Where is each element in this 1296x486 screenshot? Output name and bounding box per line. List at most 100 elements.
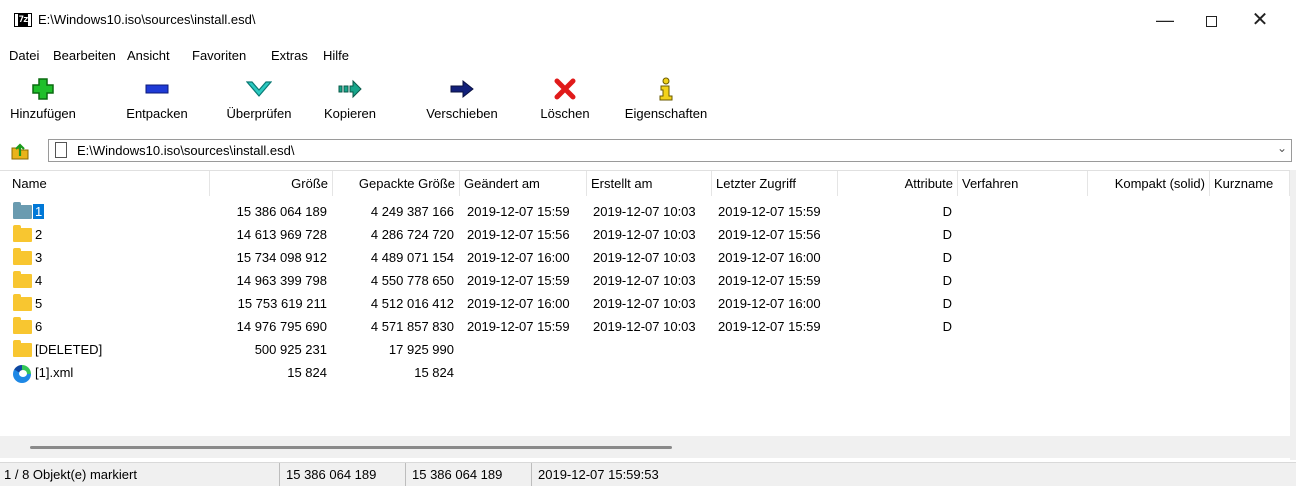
menu-edit[interactable]: Bearbeiten [53,48,116,63]
properties-button[interactable]: Eigenschaften [614,74,718,132]
file-size: 14 613 969 728 [236,227,327,242]
packed-size: 17 925 990 [388,342,454,357]
created-date: 2019-12-07 10:03 [593,319,696,334]
table-row[interactable]: [1].xml 15 824 15 824 [0,362,1290,385]
delete-button[interactable]: Löschen [530,74,600,132]
info-icon [659,77,673,101]
maximize-icon [1205,15,1217,27]
table-row[interactable]: 6 14 976 795 690 4 571 857 830 2019-12-0… [0,316,1290,339]
column-header-accessed[interactable]: Letzter Zugriff [712,171,838,196]
address-bar: E:\Windows10.iso\sources\install.esd\ ⌄ [0,136,1296,166]
copy-button[interactable]: Kopieren [310,74,390,132]
table-row[interactable]: 5 15 753 619 211 4 512 016 412 2019-12-0… [0,293,1290,316]
test-button[interactable]: Überprüfen [214,74,304,132]
attributes: D [942,204,952,219]
column-header-packed-size[interactable]: Gepackte Größe [333,171,460,196]
menu-bar: Datei Bearbeiten Ansicht Favoriten Extra… [0,44,1296,68]
move-arrow-icon [450,79,474,99]
column-header-modified[interactable]: Geändert am [460,171,587,196]
accessed-date: 2019-12-07 15:59 [718,273,821,288]
minimize-button[interactable]: — [1142,0,1188,40]
document-icon [55,142,67,158]
packed-size: 4 571 857 830 [370,319,454,334]
modified-date: 2019-12-07 15:59 [467,204,570,219]
add-button[interactable]: Hinzufügen [8,74,78,132]
file-name: [1].xml [35,365,74,380]
column-header-attributes[interactable]: Attribute [838,171,958,196]
table-row[interactable]: 2 14 613 969 728 4 286 724 720 2019-12-0… [0,224,1290,247]
file-name: 3 [35,250,43,265]
title-bar: 7z E:\Windows10.iso\sources\install.esd\… [0,0,1296,42]
attributes: D [942,319,952,334]
modified-date: 2019-12-07 15:56 [467,227,570,242]
folder-icon [13,202,32,219]
table-row[interactable]: 4 14 963 399 798 4 550 778 650 2019-12-0… [0,270,1290,293]
file-size: 15 734 098 912 [236,250,327,265]
file-size: 14 963 399 798 [236,273,327,288]
vertical-scrollbar[interactable] [1290,170,1296,460]
folder-icon [13,340,32,357]
attributes: D [942,227,952,242]
7zip-app-icon: 7z [14,13,32,27]
modified-date: 2019-12-07 16:00 [467,296,570,311]
menu-tools[interactable]: Extras [271,48,308,63]
table-row[interactable]: 1 15 386 064 189 4 249 387 166 2019-12-0… [0,201,1290,224]
packed-size: 4 550 778 650 [370,273,454,288]
created-date: 2019-12-07 10:03 [593,296,696,311]
packed-size: 15 824 [414,365,454,380]
column-header-created[interactable]: Erstellt am [587,171,712,196]
file-name: 4 [35,273,43,288]
delete-x-icon [554,78,576,100]
scrollbar-thumb[interactable] [30,446,672,449]
column-header-method[interactable]: Verfahren [958,171,1088,196]
attributes: D [942,250,952,265]
add-icon [32,78,54,100]
maximize-button[interactable] [1188,0,1234,40]
window-title: E:\Windows10.iso\sources\install.esd\ [38,12,256,27]
menu-favorites[interactable]: Favoriten [192,48,246,63]
table-row[interactable]: 3 15 734 098 912 4 489 071 154 2019-12-0… [0,247,1290,270]
folder-icon [13,317,32,334]
minus-icon [145,84,169,94]
table-row[interactable]: [DELETED] 500 925 231 17 925 990 [0,339,1290,362]
modified-date: 2019-12-07 15:59 [467,273,570,288]
status-size: 15 386 064 189 [282,463,406,486]
column-header-size[interactable]: Größe [210,171,333,196]
copy-arrow-icon [338,79,362,99]
file-size: 14 976 795 690 [236,319,327,334]
chevron-down-icon[interactable]: ⌄ [1277,141,1287,155]
add-label: Hinzufügen [10,106,76,121]
menu-view[interactable]: Ansicht [127,48,170,63]
created-date: 2019-12-07 10:03 [593,273,696,288]
file-list: Name Größe Gepackte Größe Geändert am Er… [0,170,1290,460]
edge-browser-icon [13,365,31,383]
move-label: Verschieben [426,106,498,121]
status-date: 2019-12-07 15:59:53 [538,467,659,482]
test-label: Überprüfen [226,106,292,121]
menu-file[interactable]: Datei [9,48,39,63]
status-bar: 1 / 8 Objekt(e) markiert 15 386 064 189 … [0,462,1296,486]
folder-icon [13,248,32,265]
accessed-date: 2019-12-07 15:56 [718,227,821,242]
menu-help[interactable]: Hilfe [323,48,349,63]
file-name: 1 [33,204,45,219]
attributes: D [942,296,952,311]
extract-label: Entpacken [126,106,188,121]
move-button[interactable]: Verschieben [414,74,510,132]
path-input[interactable]: E:\Windows10.iso\sources\install.esd\ ⌄ [48,139,1292,162]
packed-size: 4 512 016 412 [370,296,454,311]
folder-icon [13,225,32,242]
up-folder-icon[interactable] [10,142,30,160]
column-header-short-name[interactable]: Kurzname [1210,171,1290,196]
column-header-solid[interactable]: Kompakt (solid) [1088,171,1210,196]
close-button[interactable]: ✕ [1237,0,1283,40]
file-size: 500 925 231 [254,342,327,357]
file-size: 15 753 619 211 [237,296,327,311]
modified-date: 2019-12-07 15:59 [467,319,570,334]
properties-label: Eigenschaften [624,106,708,121]
horizontal-scrollbar[interactable] [0,436,1290,458]
attributes: D [942,273,952,288]
extract-button[interactable]: Entpacken [117,74,197,132]
packed-size: 4 249 387 166 [370,204,454,219]
column-header-name[interactable]: Name [0,171,210,196]
